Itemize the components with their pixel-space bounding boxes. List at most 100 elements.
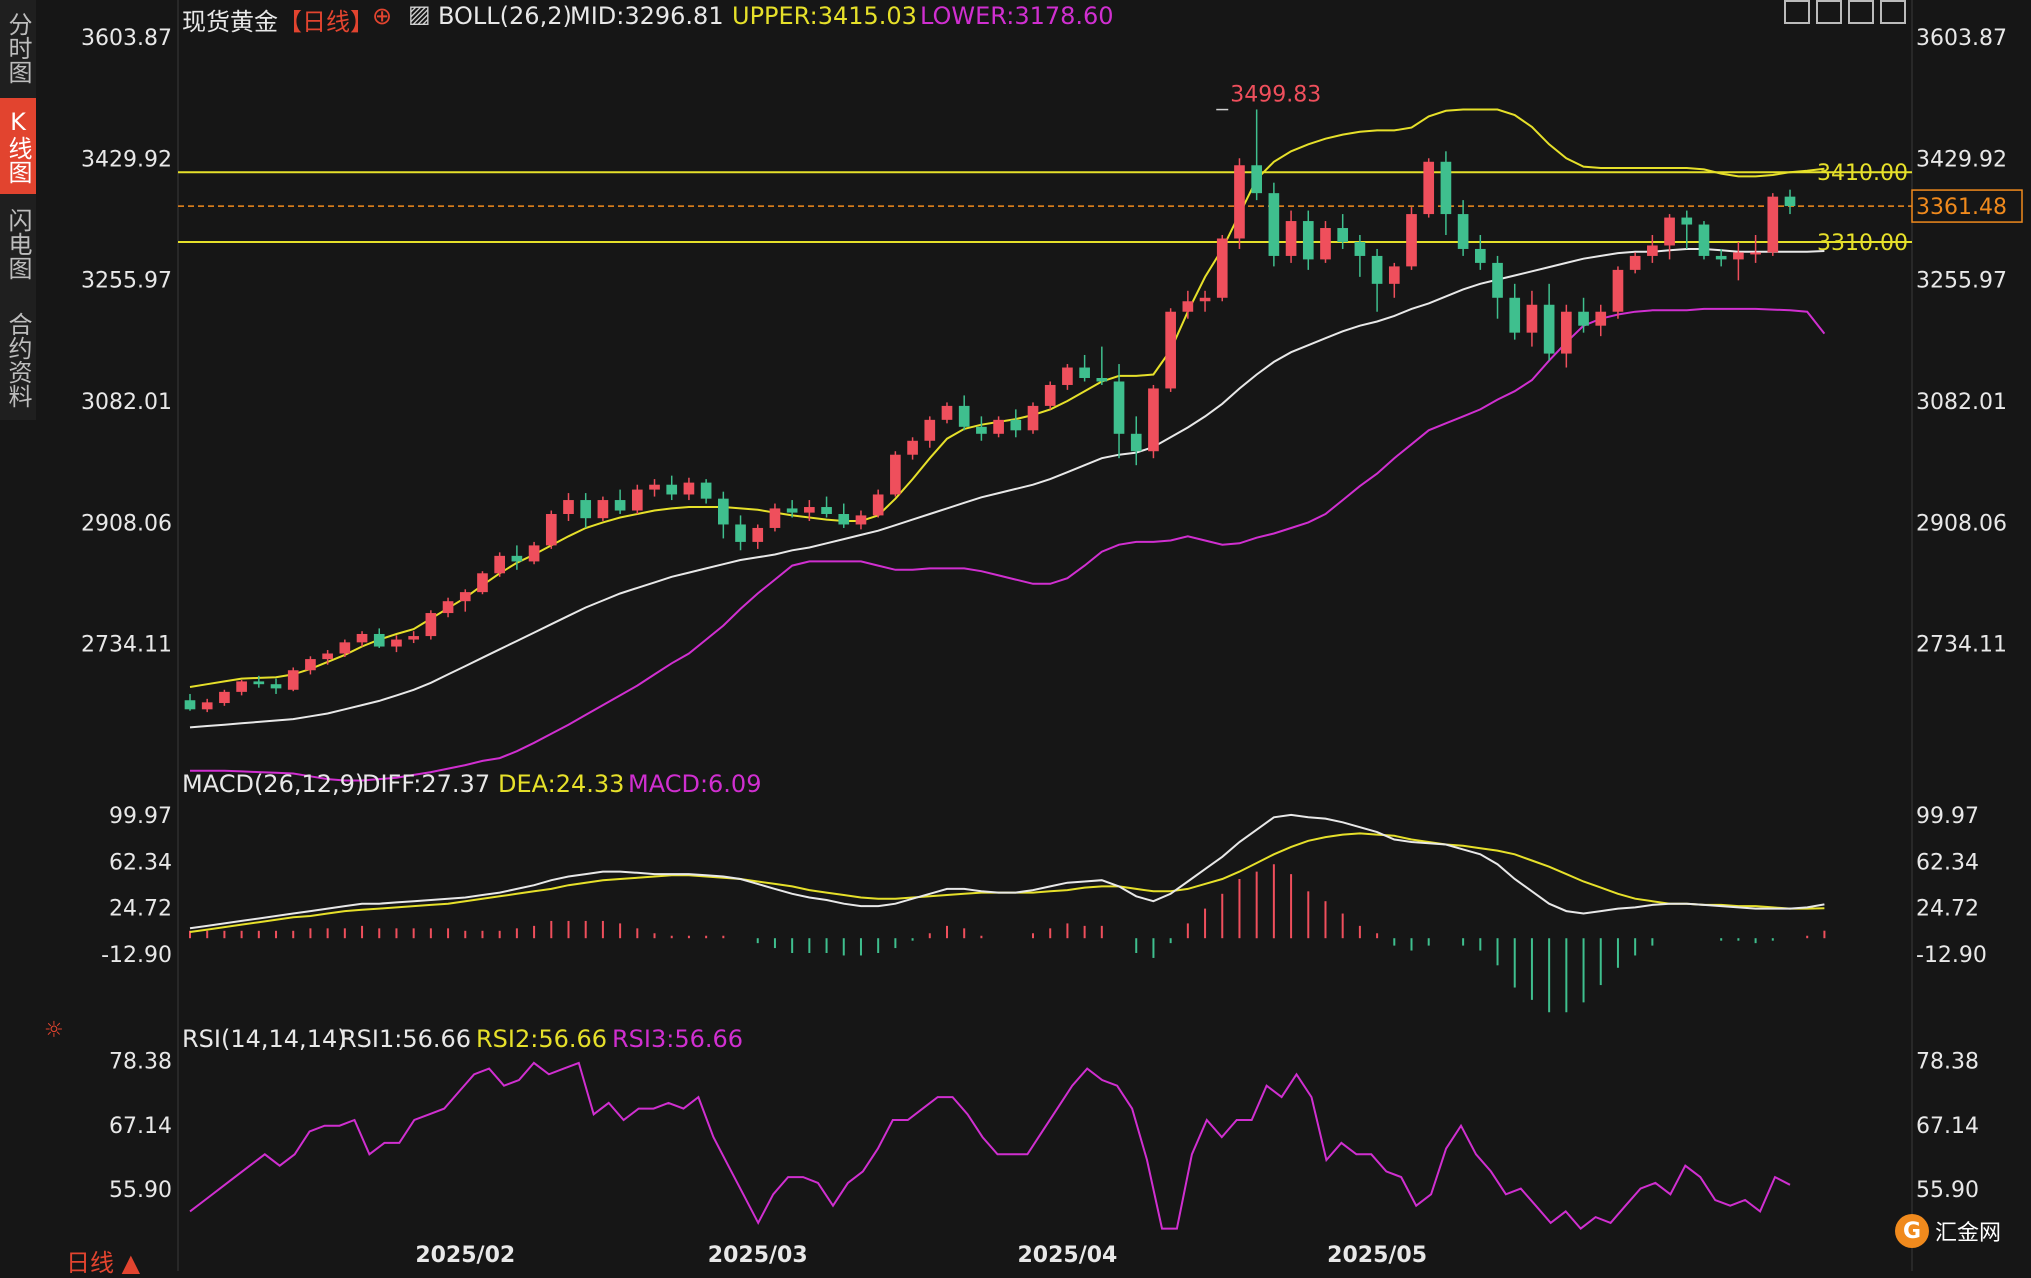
- zoom-in-tool-icon[interactable]: [1816, 0, 1842, 24]
- rsi-label: RSI(14,14,14): [182, 1025, 347, 1053]
- candle-body: [1148, 388, 1159, 452]
- candle-body: [459, 592, 471, 602]
- boll-upper: UPPER:3415.03: [732, 2, 917, 30]
- candle-body: [769, 508, 781, 528]
- settings-sun-icon[interactable]: ☼: [44, 1018, 64, 1043]
- date-tick-label: 2025/03: [708, 1243, 808, 1268]
- date-tick-label: 2025/05: [1327, 1243, 1427, 1268]
- candle-body: [494, 555, 506, 574]
- macd-tick-right: 62.34: [1916, 850, 1979, 875]
- candle-body: [270, 684, 282, 689]
- candle-body: [1337, 228, 1349, 242]
- candle-body: [391, 639, 402, 647]
- candle-body: [356, 633, 368, 643]
- rsi-tick-left: 55.90: [109, 1178, 172, 1203]
- candle-body: [1268, 193, 1280, 256]
- candle-body: [305, 659, 316, 671]
- price-tick-left: 2908.06: [81, 511, 172, 536]
- candle-body: [1371, 255, 1383, 284]
- candle-body: [511, 555, 523, 562]
- candle-body: [339, 642, 351, 654]
- macd-dea-line: [189, 832, 1825, 933]
- rsi-tick-right: 78.38: [1916, 1050, 1979, 1075]
- add-indicator-icon[interactable]: ⊕: [372, 2, 392, 30]
- macd-diff-line: [189, 813, 1825, 930]
- candle-body: [993, 419, 1004, 434]
- price-tick-right: 2908.06: [1916, 511, 2007, 536]
- price-tick-right: 2734.11: [1916, 633, 2007, 658]
- date-tick-label: 2025/02: [415, 1243, 515, 1268]
- boll-mid: MID:3296.81: [570, 2, 724, 30]
- zoom-out-tool-icon[interactable]: [1848, 0, 1874, 24]
- candle-body: [253, 681, 265, 685]
- candle-body: [1079, 367, 1090, 378]
- candle-body: [1664, 217, 1675, 246]
- fullscreen-tool-icon[interactable]: [1880, 0, 1906, 24]
- price-tick-left: 3082.01: [81, 390, 172, 415]
- indicator-icon[interactable]: ▨: [408, 0, 431, 28]
- tab-flash-chart[interactable]: 闪电图: [0, 196, 36, 292]
- candle-body: [1234, 165, 1245, 239]
- crosshair-tool-icon[interactable]: [1784, 0, 1810, 24]
- candle-body: [373, 633, 385, 647]
- brand-logo-text: 汇金网: [1934, 1221, 2001, 1246]
- rsi-tick-right: 67.14: [1916, 1114, 1979, 1139]
- candle-body: [1509, 297, 1521, 333]
- date-tick-label: 2025/04: [1017, 1243, 1117, 1268]
- tab-time-share[interactable]: 分时图: [0, 0, 36, 96]
- instrument-title: 现货黄金: [182, 8, 278, 36]
- brand-logo: G 汇金网: [1894, 1214, 2001, 1248]
- candle-body: [649, 484, 660, 490]
- price-tick-right: 3429.92: [1916, 147, 2007, 172]
- candle-body: [1182, 301, 1194, 312]
- candle-body: [1027, 405, 1039, 431]
- candle-body: [408, 636, 419, 640]
- rsi-tick-left: 78.38: [109, 1050, 172, 1075]
- candle-body: [597, 500, 609, 519]
- period-switch[interactable]: 日线 ▲: [66, 1243, 140, 1278]
- boll-lower-line: [190, 307, 1826, 782]
- candle-body: [1612, 269, 1624, 312]
- candle-body: [1561, 311, 1572, 354]
- rsi3-value: RSI3:56.66: [612, 1025, 744, 1053]
- boll-label: BOLL(26,2): [438, 2, 572, 30]
- macd-dea: DEA:24.33: [498, 770, 625, 798]
- candle-body: [821, 507, 832, 515]
- candle-body: [735, 524, 746, 542]
- rsi2-value: RSI2:56.66: [476, 1025, 608, 1053]
- candle-body: [786, 508, 798, 513]
- price-tick-left: 3603.87: [81, 26, 172, 51]
- macd-tick-right: 99.97: [1916, 804, 1979, 829]
- candle-body: [1492, 262, 1503, 298]
- candle-body: [1750, 252, 1761, 255]
- candle-body: [838, 514, 850, 525]
- price-tick-right: 3255.97: [1916, 269, 2007, 294]
- candle-body: [563, 500, 574, 515]
- tab-contract-info[interactable]: 合约资料: [0, 300, 36, 420]
- candle-body: [1647, 245, 1658, 256]
- rsi-line: [189, 1061, 1791, 1230]
- candle-body: [1062, 367, 1073, 385]
- period-tag[interactable]: 【日线】: [278, 2, 374, 37]
- price-tick-right: 3603.87: [1916, 26, 2007, 51]
- candle-body: [1578, 311, 1589, 326]
- candle-body: [1784, 196, 1796, 207]
- macd-diff: DIFF:27.37: [362, 770, 491, 798]
- macd-tick-right: -12.90: [1916, 943, 1987, 968]
- candle-body: [1715, 255, 1727, 260]
- candle-body: [1130, 433, 1142, 452]
- candle-body: [1595, 311, 1607, 326]
- brand-logo-icon: G: [1894, 1214, 1929, 1248]
- candle-body: [1216, 238, 1228, 298]
- candle-body: [1733, 252, 1744, 260]
- candle-body: [958, 405, 970, 427]
- candle-body: [752, 527, 764, 542]
- price-tick-left: 3255.97: [81, 269, 172, 294]
- candle-body: [1526, 304, 1538, 333]
- candle-body: [907, 440, 918, 455]
- candle-body: [1251, 165, 1262, 194]
- candle-body: [1302, 221, 1314, 260]
- candle-body: [1681, 217, 1693, 225]
- tab-kline[interactable]: K线图: [0, 98, 36, 194]
- candle-body: [700, 482, 712, 499]
